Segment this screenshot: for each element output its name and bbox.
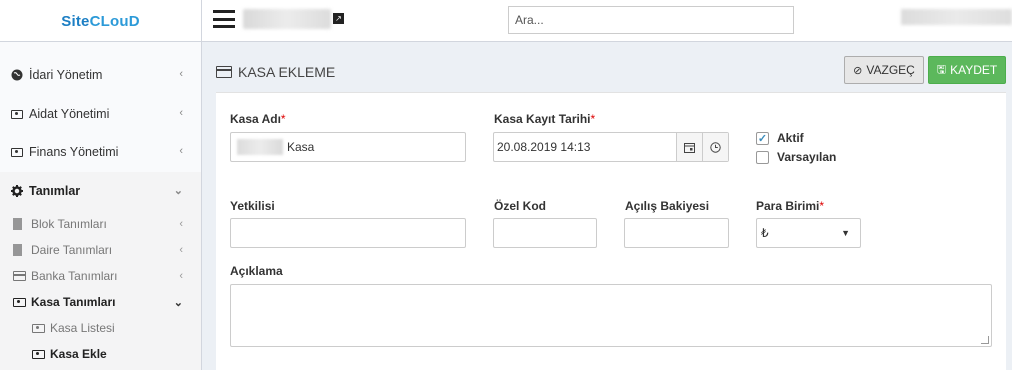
building-icon	[13, 218, 25, 230]
sidebar-item-label: Kasa Ekle	[50, 347, 107, 361]
top-header: SiteCLouD ↗	[0, 0, 1012, 42]
sidebar-item-kasa-tanimlari[interactable]: Kasa Tanımları ⌄	[0, 289, 201, 315]
cancel-button[interactable]: ⊘ VAZGEÇ	[844, 56, 924, 84]
varsayilan-checkbox[interactable]: Varsayılan	[756, 150, 836, 164]
building-icon	[13, 244, 25, 256]
chevron-left-icon: ‹	[179, 68, 183, 80]
sidebar-item-banka-tanimlari[interactable]: Banka Tanımları ‹	[0, 263, 201, 289]
chevron-left-icon: ‹	[179, 270, 183, 282]
sidebar-item-label: Finans Yönetimi	[29, 145, 119, 159]
sidebar: İdari Yönetim ‹ Aidat Yönetimi ‹ Finans …	[0, 42, 202, 370]
aktif-checkbox[interactable]: ✓ Aktif	[756, 131, 804, 145]
money-icon	[32, 323, 46, 333]
acilis-bakiyesi-input[interactable]	[624, 218, 729, 248]
sidebar-item-label: İdari Yönetim	[29, 68, 103, 82]
kasa-kayit-tarihi-label: Kasa Kayıt Tarihi*	[494, 112, 596, 126]
ozel-kod-input[interactable]	[493, 218, 597, 248]
acilis-bakiyesi-label: Açılış Bakiyesi	[625, 199, 710, 213]
sidebar-item-blok-tanimlari[interactable]: Blok Tanımları ‹	[0, 211, 201, 237]
sidebar-item-daire-tanimlari[interactable]: Daire Tanımları ‹	[0, 237, 201, 263]
page-title-text: KASA EKLEME	[238, 64, 336, 80]
chevron-down-icon: ⌄	[173, 297, 183, 309]
dropdown-caret-icon: ▼	[841, 228, 850, 238]
logo-site-text: Site	[61, 12, 90, 30]
para-birimi-select[interactable]: ₺ ▼	[756, 218, 861, 248]
sidebar-item-label: Daire Tanımları	[31, 243, 113, 257]
external-link-icon[interactable]: ↗	[333, 13, 344, 24]
logo[interactable]: SiteCLouD	[0, 0, 202, 42]
sidebar-item-aidat-yonetimi[interactable]: Aidat Yönetimi ‹	[0, 95, 201, 133]
gear-icon	[11, 185, 23, 197]
sidebar-submenu-tanimlar: Blok Tanımları ‹ Daire Tanımları ‹ Banka…	[0, 210, 201, 370]
save-button[interactable]: 🖫 KAYDET	[928, 56, 1006, 84]
money-icon	[11, 108, 23, 120]
card-icon	[216, 66, 232, 78]
sidebar-item-label: Aidat Yönetimi	[29, 107, 110, 121]
form-panel: Kasa Adı* Kasa Kasa Kayıt Tarihi* 20.08.…	[216, 92, 1006, 370]
user-name-redacted[interactable]	[901, 9, 1012, 25]
chevron-down-icon: ⌄	[173, 185, 183, 197]
yetkilisi-label: Yetkilisi	[230, 199, 275, 213]
sidebar-item-idari-yonetim[interactable]: İdari Yönetim ‹	[0, 56, 201, 94]
chevron-left-icon: ‹	[179, 244, 183, 256]
money-icon	[13, 297, 27, 307]
aciklama-textarea[interactable]	[230, 284, 992, 347]
kasa-adi-label: Kasa Adı*	[230, 112, 286, 126]
sidebar-item-kasa-listesi[interactable]: Kasa Listesi	[0, 315, 201, 341]
sidebar-item-finans-yonetimi[interactable]: Finans Yönetimi ‹	[0, 133, 201, 171]
page-title: KASA EKLEME	[216, 64, 335, 80]
sidebar-item-label: Tanımlar	[29, 184, 81, 198]
sidebar-item-label: Kasa Listesi	[50, 321, 115, 335]
chevron-left-icon: ‹	[179, 107, 183, 119]
kasa-adi-input[interactable]: Kasa	[230, 132, 466, 162]
ozel-kod-label: Özel Kod	[494, 199, 547, 213]
aciklama-label: Açıklama	[230, 264, 283, 278]
money-icon	[32, 349, 46, 359]
para-birimi-label: Para Birimi*	[756, 199, 825, 213]
kasa-kayit-tarihi-input[interactable]: 20.08.2019 14:13	[493, 132, 729, 162]
resize-handle-icon[interactable]	[981, 336, 989, 344]
search-input[interactable]	[508, 6, 794, 34]
chevron-left-icon: ‹	[179, 145, 183, 157]
sidebar-item-tanimlar[interactable]: Tanımlar ⌄	[0, 172, 201, 210]
site-name-redacted	[243, 9, 331, 29]
yetkilisi-input[interactable]	[230, 218, 466, 248]
sidebar-item-label: Blok Tanımları	[31, 217, 107, 231]
redacted-text	[237, 139, 283, 155]
floppy-disk-icon: 🖫	[936, 63, 947, 76]
money-icon	[11, 146, 23, 158]
logo-cloud-text: CLouD	[89, 12, 140, 30]
ban-icon: ⊘	[853, 64, 863, 77]
hamburger-menu-icon[interactable]	[213, 10, 235, 28]
card-icon	[13, 271, 27, 281]
globe-icon	[11, 69, 23, 81]
calendar-icon[interactable]	[676, 133, 702, 161]
chevron-left-icon: ‹	[179, 218, 183, 230]
sidebar-item-label: Banka Tanımları	[31, 269, 118, 283]
sidebar-item-kasa-ekle[interactable]: Kasa Ekle	[0, 341, 201, 367]
checkmark-icon: ✓	[756, 131, 769, 145]
clock-icon[interactable]	[702, 133, 728, 161]
sidebar-item-label: Kasa Tanımları	[31, 295, 116, 309]
